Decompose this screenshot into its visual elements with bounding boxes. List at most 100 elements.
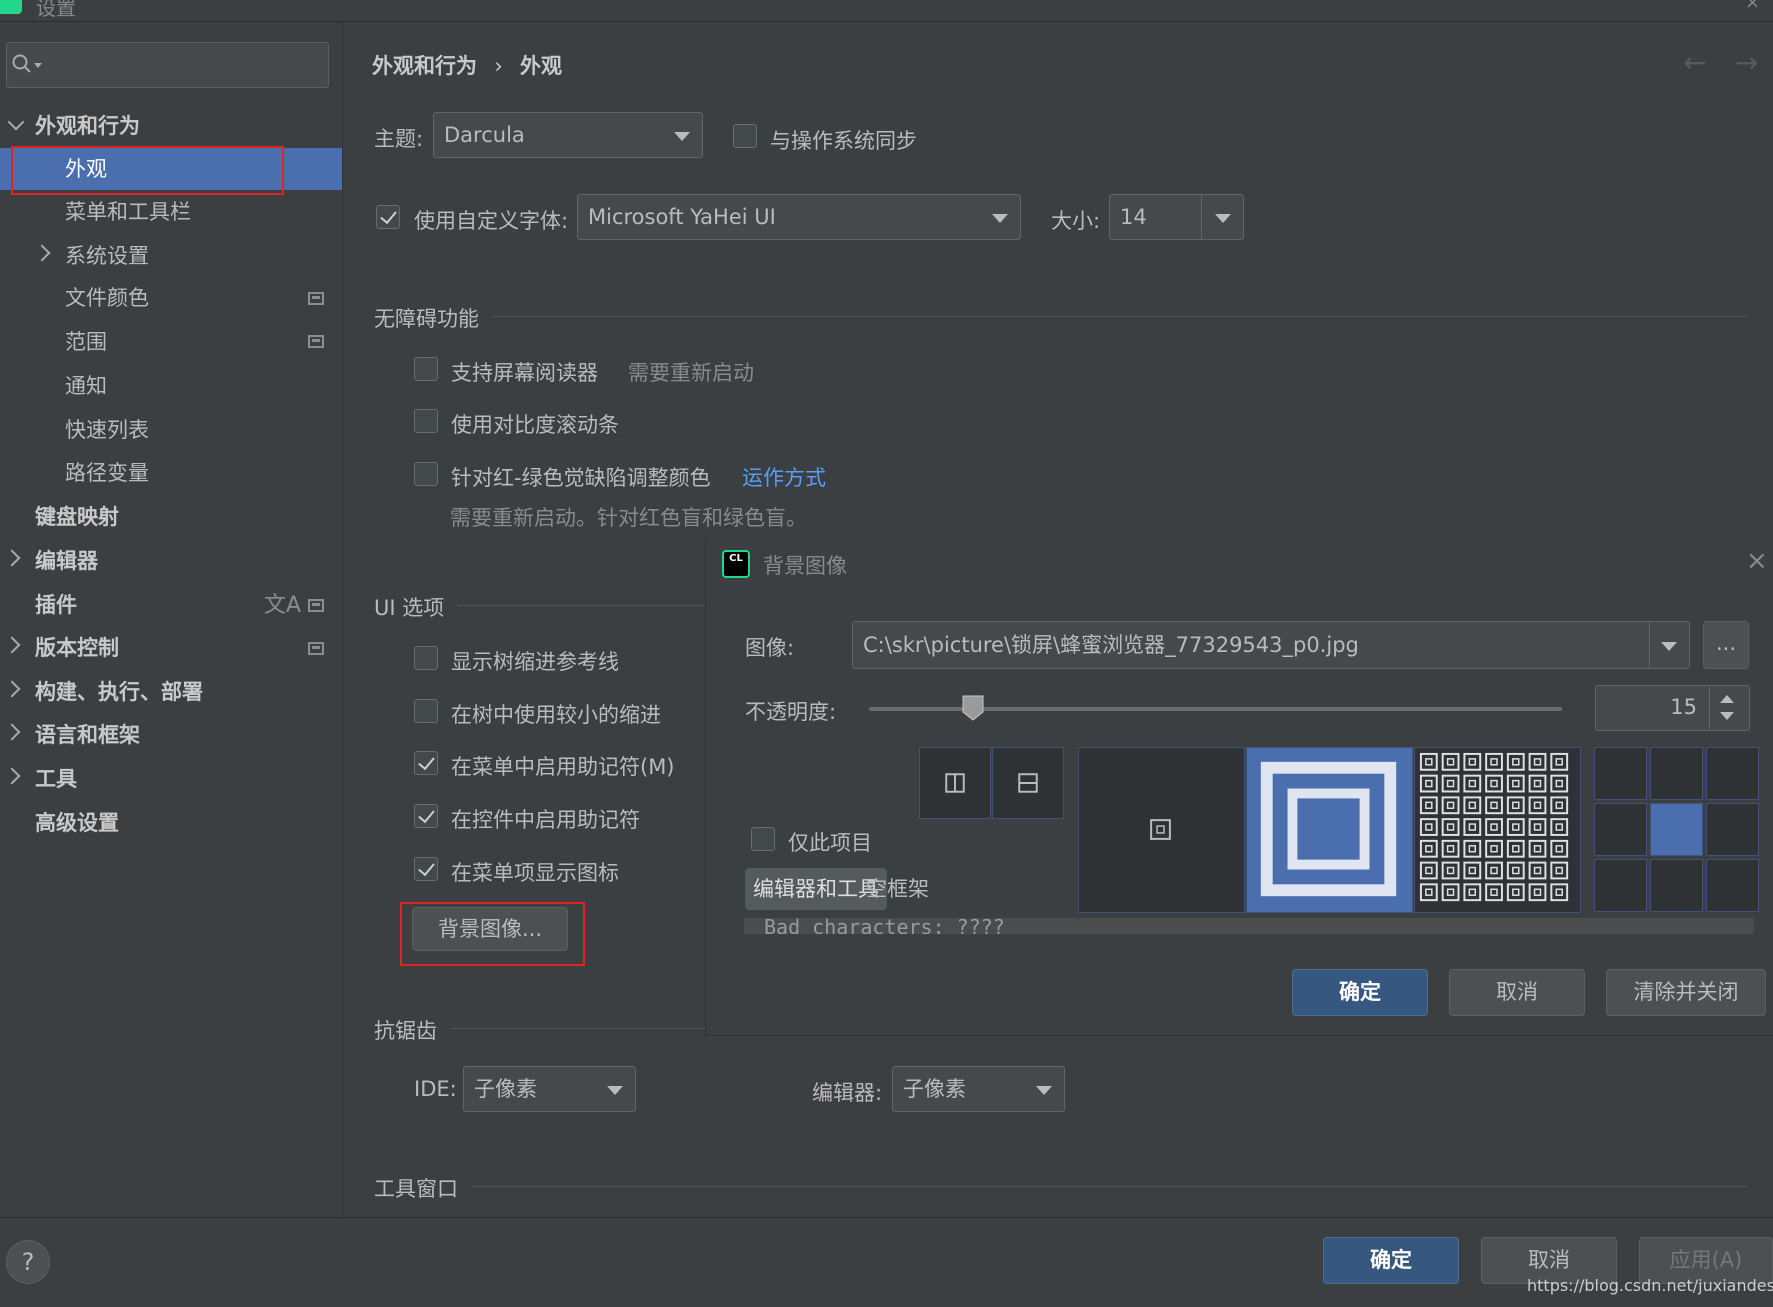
spinner-down-icon[interactable] (1720, 712, 1734, 720)
anchor-cell[interactable] (1706, 803, 1759, 856)
how-it-works-link[interactable]: 运作方式 (742, 462, 826, 492)
anchor-cell[interactable] (1706, 859, 1759, 912)
smaller-indent-checkbox[interactable] (414, 699, 438, 723)
anchor-cell[interactable] (1706, 747, 1759, 800)
this-project-only-checkbox[interactable] (751, 827, 775, 851)
anchor-cell[interactable] (1650, 747, 1703, 800)
window-close-icon[interactable]: × (1745, 0, 1760, 13)
sidebar-item-languages-frameworks[interactable]: 语言和框架 (35, 714, 140, 756)
custom-font-checkbox[interactable] (376, 205, 400, 229)
help-button[interactable]: ? (6, 1240, 50, 1284)
contrast-scrollbars-label: 使用对比度滚动条 (451, 413, 619, 437)
control-mnemonics-checkbox[interactable] (414, 804, 438, 828)
opacity-label: 不透明度: (745, 700, 837, 724)
breadcrumb-parent[interactable]: 外观和行为 (372, 54, 477, 78)
sidebar-item-build-execution-deployment[interactable]: 构建、执行、部署 (35, 671, 203, 713)
menu-icons-checkbox[interactable] (414, 857, 438, 881)
tile-mode-icon (1419, 752, 1569, 902)
anchor-cell[interactable] (1594, 747, 1647, 800)
spinner-up-icon[interactable] (1720, 695, 1734, 703)
split-vertical-button[interactable] (919, 747, 991, 819)
ide-antialiasing-dropdown[interactable]: 子像素 (463, 1066, 636, 1112)
sidebar-item-scopes[interactable]: 范围 (65, 321, 107, 363)
background-image-dialog: CL 背景图像 × 图像: C:\skr\picture\锁屏\蜂蜜浏览器_77… (705, 538, 1773, 1036)
ok-button[interactable]: 确定 (1323, 1237, 1459, 1284)
sidebar-item-appearance-behavior[interactable]: 外观和行为 (35, 105, 140, 147)
anchor-cell[interactable] (1650, 859, 1703, 912)
chevron-down-icon (1661, 642, 1677, 651)
tree-indent-guides-checkbox[interactable] (414, 646, 438, 670)
browse-button[interactable]: ... (1703, 621, 1749, 669)
chevron-down-icon[interactable] (7, 113, 25, 131)
breadcrumb-current: 外观 (520, 54, 563, 78)
sidebar-item-version-control[interactable]: 版本控制 (35, 627, 119, 669)
sidebar-item-file-colors[interactable]: 文件颜色 (65, 277, 149, 319)
sidebar-item-keymap[interactable]: 键盘映射 (35, 496, 119, 538)
color-deficiency-note: 需要重新启动。针对红色盲和绿色盲。 (450, 506, 807, 530)
split-vertical-icon (945, 773, 965, 793)
sidebar-item-quick-lists[interactable]: 快速列表 (65, 409, 149, 451)
theme-dropdown[interactable]: Darcula (433, 112, 703, 158)
image-path-field[interactable]: C:\skr\picture\锁屏\蜂蜜浏览器_77329543_p0.jpg (852, 621, 1690, 669)
fill-mode-scale[interactable] (1246, 747, 1413, 913)
sync-os-label: 与操作系统同步 (770, 129, 917, 153)
chevron-right-icon[interactable] (3, 636, 21, 654)
dialog-cancel-button[interactable]: 取消 (1449, 969, 1585, 1016)
contrast-scrollbars-checkbox[interactable] (414, 409, 438, 433)
sidebar-item-tools[interactable]: 工具 (35, 758, 77, 800)
fill-mode-tile[interactable] (1414, 747, 1581, 913)
tree-indent-guides-label: 显示树缩进参考线 (451, 650, 619, 674)
scale-mode-icon (1260, 761, 1397, 897)
anchor-cell[interactable] (1650, 803, 1703, 856)
search-icon (12, 54, 31, 73)
fill-mode-center[interactable] (1078, 747, 1245, 913)
project-scope-icon (308, 642, 324, 655)
chevron-right-icon[interactable] (3, 767, 21, 785)
forward-arrow-icon[interactable]: → (1735, 46, 1758, 79)
screen-reader-checkbox[interactable] (414, 357, 438, 381)
font-size-dropdown[interactable]: 14 (1109, 194, 1244, 240)
accessibility-section-title: 无障碍功能 (374, 307, 479, 331)
clear-and-close-button[interactable]: 清除并关闭 (1606, 969, 1766, 1016)
opacity-slider-thumb[interactable] (961, 694, 985, 722)
sidebar-item-menus-toolbars[interactable]: 菜单和工具栏 (65, 191, 191, 233)
sidebar-item-notifications[interactable]: 通知 (65, 365, 107, 407)
chevron-down-icon (1036, 1086, 1052, 1095)
sidebar-item-editor[interactable]: 编辑器 (35, 540, 98, 582)
sync-os-checkbox[interactable] (733, 124, 757, 148)
editor-antialiasing-dropdown[interactable]: 子像素 (892, 1066, 1065, 1112)
editor-antialiasing-label: 编辑器: (812, 1081, 883, 1105)
sidebar-item-plugins[interactable]: 插件 (35, 584, 77, 626)
chevron-right-icon[interactable] (3, 549, 21, 567)
split-horizontal-icon (1018, 773, 1038, 793)
menu-mnemonics-label: 在菜单中启用助记符(M) (451, 755, 675, 779)
anchor-grid (1594, 747, 1759, 913)
ide-antialiasing-value: 子像素 (474, 1077, 537, 1101)
back-arrow-icon[interactable]: ← (1683, 46, 1706, 79)
anchor-cell[interactable] (1594, 803, 1647, 856)
dialog-ok-button[interactable]: 确定 (1292, 969, 1428, 1016)
color-deficiency-checkbox[interactable] (414, 462, 438, 486)
target-empty-frame-tab[interactable]: 空框架 (864, 868, 931, 910)
opacity-spinner[interactable]: 15 (1595, 685, 1750, 731)
color-deficiency-label: 针对红-绿色觉缺陷调整颜色 (451, 466, 711, 490)
theme-value: Darcula (444, 123, 525, 147)
sidebar-item-system-settings[interactable]: 系统设置 (65, 235, 149, 277)
annotation-highlight-appearance (11, 146, 284, 195)
chevron-right-icon[interactable] (33, 244, 51, 262)
search-dropdown-arrow-icon[interactable] (34, 63, 42, 68)
dialog-close-icon[interactable]: × (1746, 546, 1768, 576)
menu-mnemonics-checkbox[interactable] (414, 751, 438, 775)
chevron-right-icon[interactable] (3, 680, 21, 698)
anchor-cell[interactable] (1594, 859, 1647, 912)
sidebar-item-path-variables[interactable]: 路径变量 (65, 452, 149, 494)
annotation-highlight-background-button (400, 902, 585, 966)
chevron-down-icon (1215, 214, 1231, 223)
menu-icons-label: 在菜单项显示图标 (451, 861, 619, 885)
font-dropdown[interactable]: Microsoft YaHei UI (577, 194, 1021, 240)
split-horizontal-button[interactable] (992, 747, 1064, 819)
sidebar-item-advanced-settings[interactable]: 高级设置 (35, 802, 119, 844)
settings-search-input[interactable] (6, 42, 329, 88)
editor-antialiasing-value: 子像素 (903, 1077, 966, 1101)
chevron-right-icon[interactable] (3, 723, 21, 741)
